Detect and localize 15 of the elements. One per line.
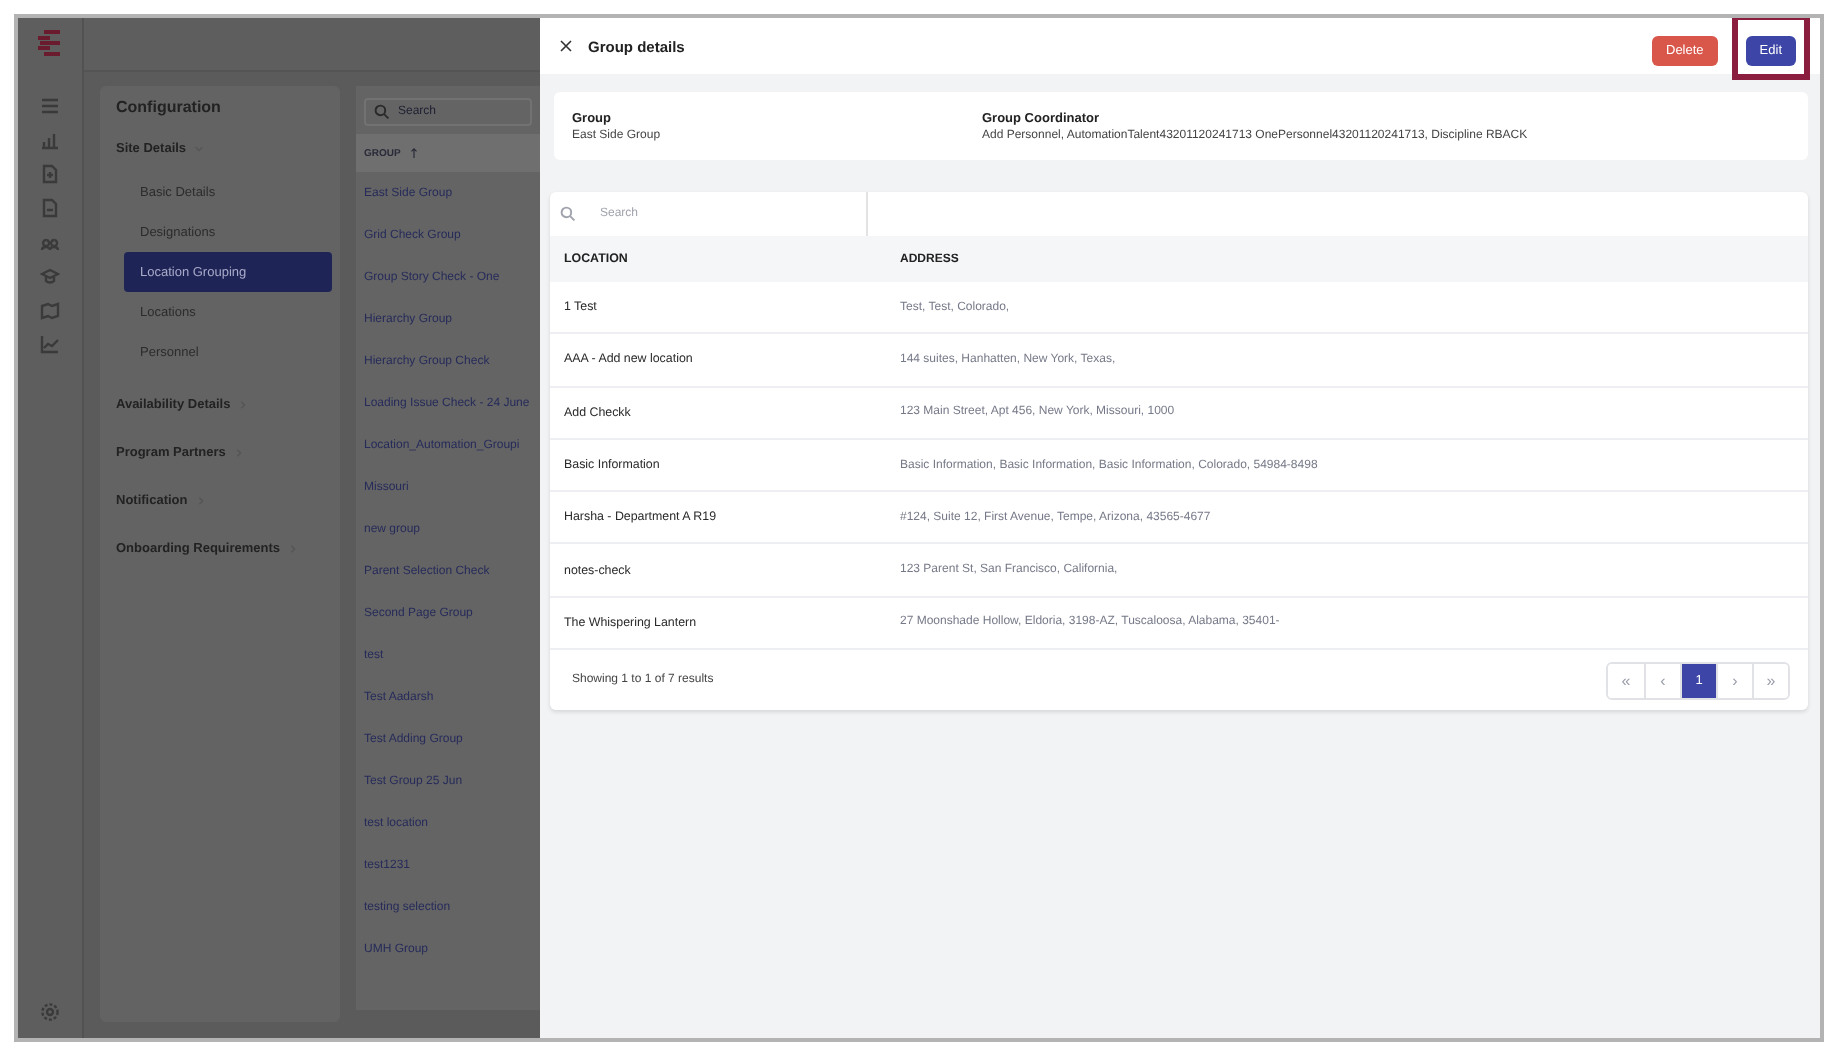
document-icon[interactable] — [40, 198, 60, 218]
trend-chart-icon[interactable] — [40, 334, 60, 354]
search-icon — [374, 104, 390, 120]
map-icon[interactable] — [40, 300, 60, 320]
configuration-title: Configuration — [116, 98, 223, 116]
bar-chart-icon[interactable] — [40, 130, 60, 150]
settings-icon[interactable] — [40, 1002, 60, 1022]
menu-icon[interactable] — [40, 96, 60, 116]
document-plus-icon[interactable] — [40, 164, 60, 184]
search-icon — [560, 206, 576, 222]
close-icon[interactable] — [560, 40, 572, 52]
logo-icon — [38, 30, 62, 56]
pagination-button[interactable]: » — [1752, 663, 1788, 698]
sort-arrow-icon — [410, 148, 419, 158]
graduation-cap-icon[interactable] — [40, 266, 60, 286]
